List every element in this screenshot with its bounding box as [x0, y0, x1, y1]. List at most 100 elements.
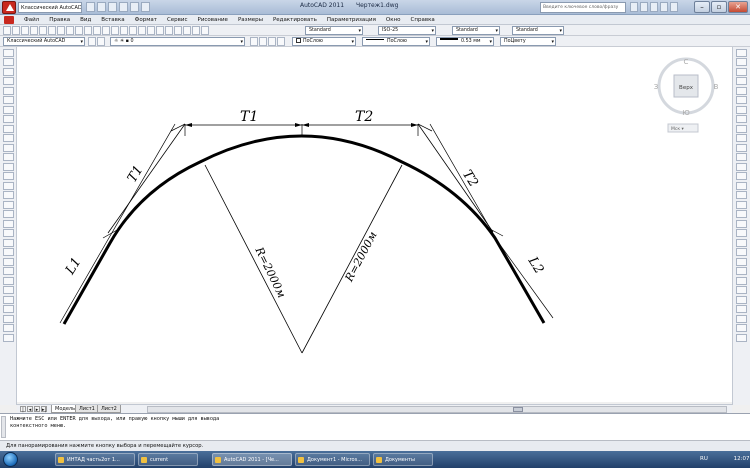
- draw-tool-icon[interactable]: [2, 257, 14, 266]
- menu-item-3[interactable]: Вставка: [101, 17, 124, 23]
- modify-tool-icon[interactable]: [736, 124, 747, 133]
- last-tab-icon[interactable]: ▸|: [41, 406, 47, 413]
- workspace-select[interactable]: Классический AutoCAD: [18, 2, 82, 13]
- draw-tool-icon[interactable]: [2, 191, 14, 199]
- draw-tool-icon[interactable]: [2, 210, 14, 218]
- tab-layout1[interactable]: Лист1: [75, 405, 99, 413]
- compass-east[interactable]: В: [714, 83, 719, 91]
- draw-tool-icon[interactable]: [2, 267, 14, 275]
- maximize-button[interactable]: ▫: [711, 1, 727, 13]
- calculator-icon[interactable]: [192, 26, 200, 35]
- workspace-settings-icon[interactable]: [88, 37, 96, 46]
- new-icon[interactable]: [3, 26, 11, 35]
- draw-tool-icon[interactable]: [2, 124, 14, 133]
- binoculars-icon[interactable]: [630, 2, 638, 12]
- draw-tool-icon[interactable]: [2, 314, 14, 323]
- compass-west[interactable]: З: [654, 83, 659, 91]
- scrollbar-thumb[interactable]: [513, 407, 523, 412]
- open-icon[interactable]: [12, 26, 20, 35]
- draw-tool-icon[interactable]: [2, 143, 14, 152]
- modify-tool-icon[interactable]: [736, 210, 747, 218]
- modify-tool-icon[interactable]: [736, 248, 747, 256]
- drawing-area[interactable]: T1 T2 T1 T2 L1 L2 R=2000м R=2000м: [17, 47, 732, 402]
- modify-tool-icon[interactable]: [736, 200, 747, 209]
- modify-tool-icon[interactable]: [736, 181, 747, 190]
- layer-state-icon[interactable]: [268, 37, 276, 46]
- tool-palettes-icon[interactable]: [165, 26, 173, 35]
- draw-tool-icon[interactable]: [2, 200, 14, 209]
- modify-tool-icon[interactable]: [736, 276, 747, 285]
- menu-item-6[interactable]: Рисование: [198, 17, 228, 23]
- document-icon[interactable]: [4, 15, 14, 24]
- minimize-button[interactable]: –: [694, 1, 710, 13]
- plotstyle-select[interactable]: ПоЦвету: [500, 37, 556, 46]
- new-file-icon[interactable]: [86, 2, 95, 12]
- modify-tool-icon[interactable]: [736, 333, 747, 342]
- draw-tool-icon[interactable]: [2, 295, 14, 304]
- modify-tool-icon[interactable]: [736, 58, 747, 66]
- zoom-realtime-icon[interactable]: [120, 26, 128, 35]
- language-indicator[interactable]: RU: [700, 456, 708, 462]
- draw-tool-icon[interactable]: [2, 58, 14, 66]
- layer-previous-icon[interactable]: [259, 37, 267, 46]
- make-current-icon[interactable]: [250, 37, 258, 46]
- draw-tool-icon[interactable]: [2, 67, 14, 76]
- draw-tool-icon[interactable]: [2, 172, 14, 180]
- taskbar-item[interactable]: ИНТАД часть2от 1...: [55, 453, 135, 466]
- color-select[interactable]: ПоСлою: [292, 37, 356, 46]
- menu-item-1[interactable]: Правка: [49, 17, 70, 23]
- modify-tool-icon[interactable]: [736, 134, 747, 142]
- menu-item-2[interactable]: Вид: [80, 17, 91, 23]
- plot-icon[interactable]: [141, 2, 150, 12]
- modify-tool-icon[interactable]: [736, 238, 747, 247]
- taskbar-item[interactable]: current: [138, 453, 198, 466]
- modify-tool-icon[interactable]: [736, 191, 747, 199]
- text-style-select[interactable]: Standard: [305, 26, 363, 35]
- open-file-icon[interactable]: [97, 2, 106, 12]
- modify-tool-icon[interactable]: [736, 314, 747, 323]
- workspace-combo[interactable]: Классический AutoCAD: [3, 37, 85, 46]
- communication-icon[interactable]: [650, 2, 658, 12]
- layer-properties-icon[interactable]: [97, 37, 105, 46]
- modify-tool-icon[interactable]: [736, 86, 747, 95]
- modify-tool-icon[interactable]: [736, 267, 747, 275]
- draw-tool-icon[interactable]: [2, 48, 14, 57]
- search-input[interactable]: Введите ключевое слово/фразу: [540, 2, 626, 13]
- undo-icon[interactable]: [119, 2, 128, 12]
- modify-tool-icon[interactable]: [736, 96, 747, 104]
- publish-icon[interactable]: [48, 26, 56, 35]
- match-properties-icon[interactable]: [84, 26, 92, 35]
- draw-tool-icon[interactable]: [2, 219, 14, 228]
- properties-icon[interactable]: [147, 26, 155, 35]
- design-center-icon[interactable]: [156, 26, 164, 35]
- menu-item-0[interactable]: Файл: [24, 17, 39, 23]
- modify-tool-icon[interactable]: [736, 115, 747, 123]
- preview-icon[interactable]: [39, 26, 47, 35]
- modify-tool-icon[interactable]: [736, 67, 747, 76]
- paste-icon[interactable]: [75, 26, 83, 35]
- draw-tool-icon[interactable]: [2, 77, 14, 85]
- lineweight-select[interactable]: 0.53 мм: [436, 37, 494, 46]
- modify-tool-icon[interactable]: [736, 229, 747, 237]
- taskbar-item[interactable]: Документы: [373, 453, 433, 466]
- horizontal-scrollbar[interactable]: [147, 406, 727, 413]
- modify-tool-icon[interactable]: [736, 153, 747, 161]
- print-icon[interactable]: [30, 26, 38, 35]
- modify-tool-icon[interactable]: [736, 286, 747, 294]
- modify-tool-icon[interactable]: [736, 172, 747, 180]
- modify-tool-icon[interactable]: [736, 324, 747, 332]
- menu-item-9[interactable]: Параметризация: [327, 17, 376, 23]
- modify-tool-icon[interactable]: [736, 143, 747, 152]
- draw-tool-icon[interactable]: [2, 324, 14, 332]
- save-icon[interactable]: [108, 2, 117, 12]
- help-icon[interactable]: [201, 26, 209, 35]
- application-menu-button[interactable]: [2, 1, 16, 14]
- draw-tool-icon[interactable]: [2, 229, 14, 237]
- help-icon[interactable]: [670, 2, 678, 12]
- tab-layout2[interactable]: Лист2: [97, 405, 121, 413]
- star-icon[interactable]: [660, 2, 668, 12]
- draw-tool-icon[interactable]: [2, 238, 14, 247]
- copy-icon[interactable]: [66, 26, 74, 35]
- layer-select[interactable]: ☼ ☀ ▪ 0: [110, 37, 245, 46]
- taskbar-item[interactable]: AutoCAD 2011 - [Че...: [212, 453, 292, 466]
